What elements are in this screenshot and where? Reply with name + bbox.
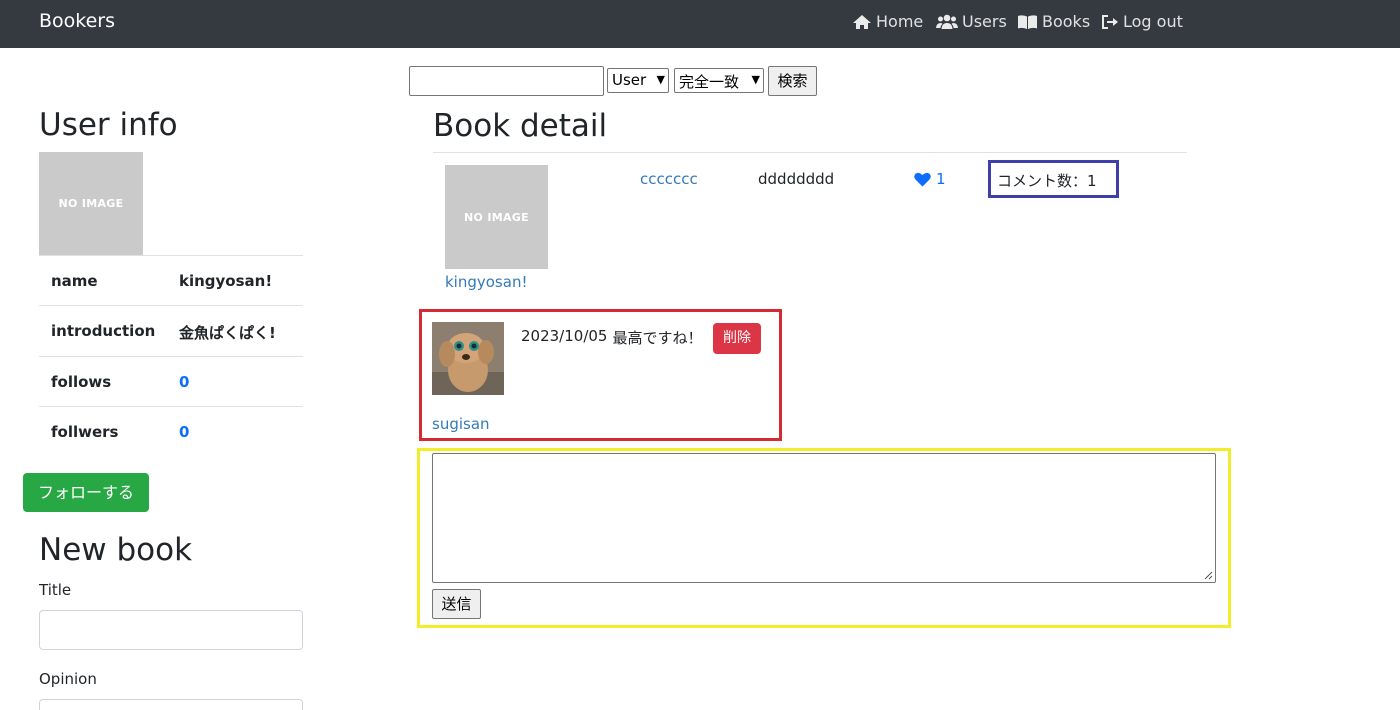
opinion-input[interactable]	[39, 699, 303, 710]
book-title-link[interactable]: ccccccc	[640, 170, 698, 188]
nav-home-label: Home	[876, 12, 924, 31]
row-key: name	[51, 272, 98, 290]
navbar: Bookers Home Users Books Log out	[0, 0, 1400, 48]
book-user-image: NO IMAGE	[445, 165, 548, 269]
user-info-heading: User info	[39, 107, 178, 143]
commenter-avatar	[432, 322, 504, 395]
user-info-row-introduction: introduction 金魚ぱくぱく!	[39, 305, 303, 355]
new-book-heading: New book	[39, 532, 193, 568]
search-method-select[interactable]: 完全一致 ▼	[674, 68, 764, 93]
commenter-link[interactable]: sugisan	[432, 415, 490, 433]
followers-count-link[interactable]: 0	[179, 423, 189, 441]
row-key: introduction	[51, 322, 156, 340]
book-user-link[interactable]: kingyosan!	[445, 273, 527, 291]
search-target-select[interactable]: User ▼	[607, 68, 669, 93]
search-method-value: 完全一致	[679, 73, 740, 91]
comment-textarea[interactable]	[432, 453, 1216, 583]
search-input[interactable]	[409, 66, 604, 96]
dog-photo	[432, 322, 504, 395]
chevron-down-icon: ▼	[656, 73, 665, 86]
row-value: kingyosan!	[179, 272, 273, 290]
nav-home-link[interactable]: Home	[852, 12, 923, 31]
row-value: 金魚ぱくぱく!	[179, 324, 276, 342]
logout-icon	[1102, 14, 1118, 29]
nav-logout-link[interactable]: Log out	[1101, 12, 1183, 31]
nav-logout-label: Log out	[1123, 12, 1183, 31]
search-button[interactable]: 検索	[768, 66, 817, 96]
chevron-down-icon: ▼	[751, 73, 760, 86]
nav-books-label: Books	[1042, 12, 1091, 31]
opinion-label: Opinion	[39, 670, 97, 688]
resize-handle-icon[interactable]	[1204, 571, 1213, 580]
book-body: dddddddd	[758, 170, 835, 188]
search-target-value: User	[612, 71, 647, 89]
title-input[interactable]	[39, 610, 303, 650]
follow-button[interactable]: フォローする	[23, 473, 149, 512]
table-divider	[433, 152, 1187, 153]
users-icon	[936, 14, 958, 29]
favorite-count: 1	[936, 170, 946, 188]
comment-count: コメント数：1	[997, 172, 1097, 190]
user-info-row-follows: follows 0	[39, 356, 303, 406]
brand-logo[interactable]: Bookers	[39, 10, 115, 32]
comment-content: 2023/10/05 最高ですね！	[521, 327, 702, 348]
nav-users-label: Users	[962, 12, 1007, 31]
user-info-row-name: name kingyosan!	[39, 255, 303, 305]
follows-count-link[interactable]: 0	[179, 373, 189, 391]
row-key: follows	[51, 373, 112, 391]
heart-icon	[914, 172, 931, 186]
submit-comment-button[interactable]: 送信	[432, 589, 481, 619]
book-detail-heading: Book detail	[433, 108, 608, 144]
comment-text: 最高ですね！	[612, 329, 703, 347]
row-key: follwers	[51, 423, 119, 441]
comment-date: 2023/10/05	[521, 327, 608, 345]
favorite-button[interactable]: 1	[914, 170, 946, 188]
home-icon	[853, 14, 871, 29]
nav-users-link[interactable]: Users	[936, 12, 1007, 31]
user-avatar: NO IMAGE	[39, 152, 143, 255]
nav-books-link[interactable]: Books	[1017, 12, 1090, 31]
title-label: Title	[39, 581, 72, 599]
user-info-row-followers: follwers 0	[39, 406, 303, 456]
book-icon	[1018, 14, 1037, 29]
delete-comment-button[interactable]: 削除	[713, 323, 761, 354]
